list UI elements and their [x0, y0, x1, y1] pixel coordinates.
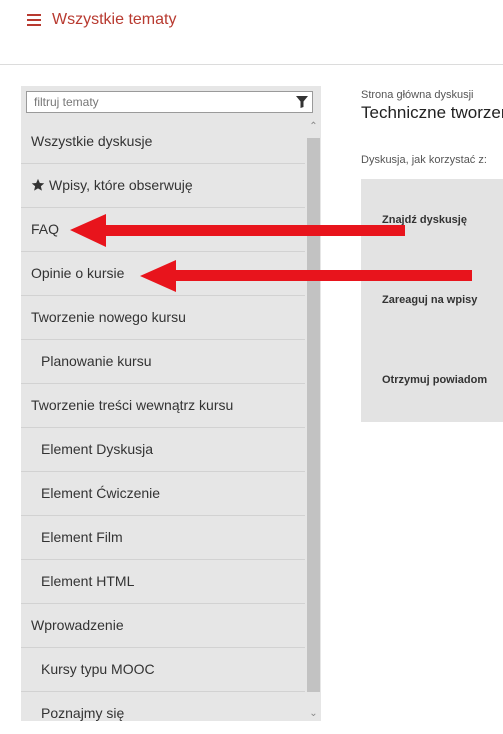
- howto-notifications: Otrzymuj powiadom: [382, 374, 488, 386]
- topic-item-creating-content[interactable]: Tworzenie treści wewnątrz kursu: [21, 384, 305, 428]
- page-title: Techniczne tworzen: [361, 103, 503, 122]
- breadcrumb[interactable]: Strona główna dyskusji: [361, 89, 474, 101]
- top-bar: Wszystkie tematy: [0, 0, 503, 65]
- hamburger-menu-icon[interactable]: [27, 14, 41, 26]
- topic-item-exercise-element[interactable]: Element Ćwiczenie: [21, 472, 305, 516]
- topic-label: Tworzenie nowego kursu: [31, 309, 186, 325]
- topic-label: Opinie o kursie: [31, 265, 125, 281]
- topic-label: Wpisy, które obserwuję: [49, 177, 193, 193]
- topic-label: Element Dyskusja: [41, 441, 154, 457]
- all-topics-toggle[interactable]: Wszystkie tematy: [52, 11, 176, 29]
- scroll-up-icon[interactable]: ⌃: [306, 120, 321, 134]
- topic-item-html-element[interactable]: Element HTML: [21, 560, 305, 604]
- topic-list: Wszystkie dyskusje Wpisy, które obserwuj…: [21, 120, 305, 721]
- topic-label: Element HTML: [41, 573, 135, 589]
- topic-item-discussion-element[interactable]: Element Dyskusja: [21, 428, 305, 472]
- howto-label: Dyskusja, jak korzystać z:: [361, 154, 487, 166]
- topic-label: Element Ćwiczenie: [41, 485, 161, 501]
- topic-label: FAQ: [31, 221, 60, 237]
- topic-item-course-planning[interactable]: Planowanie kursu: [21, 340, 305, 384]
- topic-label: Wprowadzenie: [31, 617, 124, 633]
- star-icon: [31, 178, 45, 191]
- topic-label: Wszystkie dyskusje: [31, 133, 153, 149]
- filter-icon[interactable]: [296, 96, 308, 108]
- topic-item-film-element[interactable]: Element Film: [21, 516, 305, 560]
- scroll-down-icon[interactable]: ⌄: [306, 707, 321, 721]
- topic-item-all-discussions[interactable]: Wszystkie dyskusje: [21, 120, 305, 164]
- topic-item-creating-new-course[interactable]: Tworzenie nowego kursu: [21, 296, 305, 340]
- topic-label: Planowanie kursu: [41, 353, 152, 369]
- topic-label: Poznajmy się: [41, 705, 125, 721]
- topic-label: Kursy typu MOOC: [41, 661, 155, 677]
- annotation-arrow-feedback-icon: [140, 260, 472, 292]
- topic-item-get-to-know[interactable]: Poznajmy się: [21, 692, 305, 721]
- sidebar-scrollbar[interactable]: ⌃ ⌄: [306, 120, 321, 721]
- topic-item-introduction[interactable]: Wprowadzenie: [21, 604, 305, 648]
- topics-sidebar: Wszystkie dyskusje Wpisy, które obserwuj…: [21, 86, 321, 721]
- topic-label: Tworzenie treści wewnątrz kursu: [31, 397, 234, 413]
- topic-item-mooc-courses[interactable]: Kursy typu MOOC: [21, 648, 305, 692]
- filter-topics-input[interactable]: [27, 92, 284, 112]
- topic-item-following[interactable]: Wpisy, które obserwuję: [21, 164, 305, 208]
- filter-topics-box: [26, 91, 313, 113]
- topic-label: Element Film: [41, 529, 123, 545]
- annotation-arrow-faq-icon: [70, 214, 405, 247]
